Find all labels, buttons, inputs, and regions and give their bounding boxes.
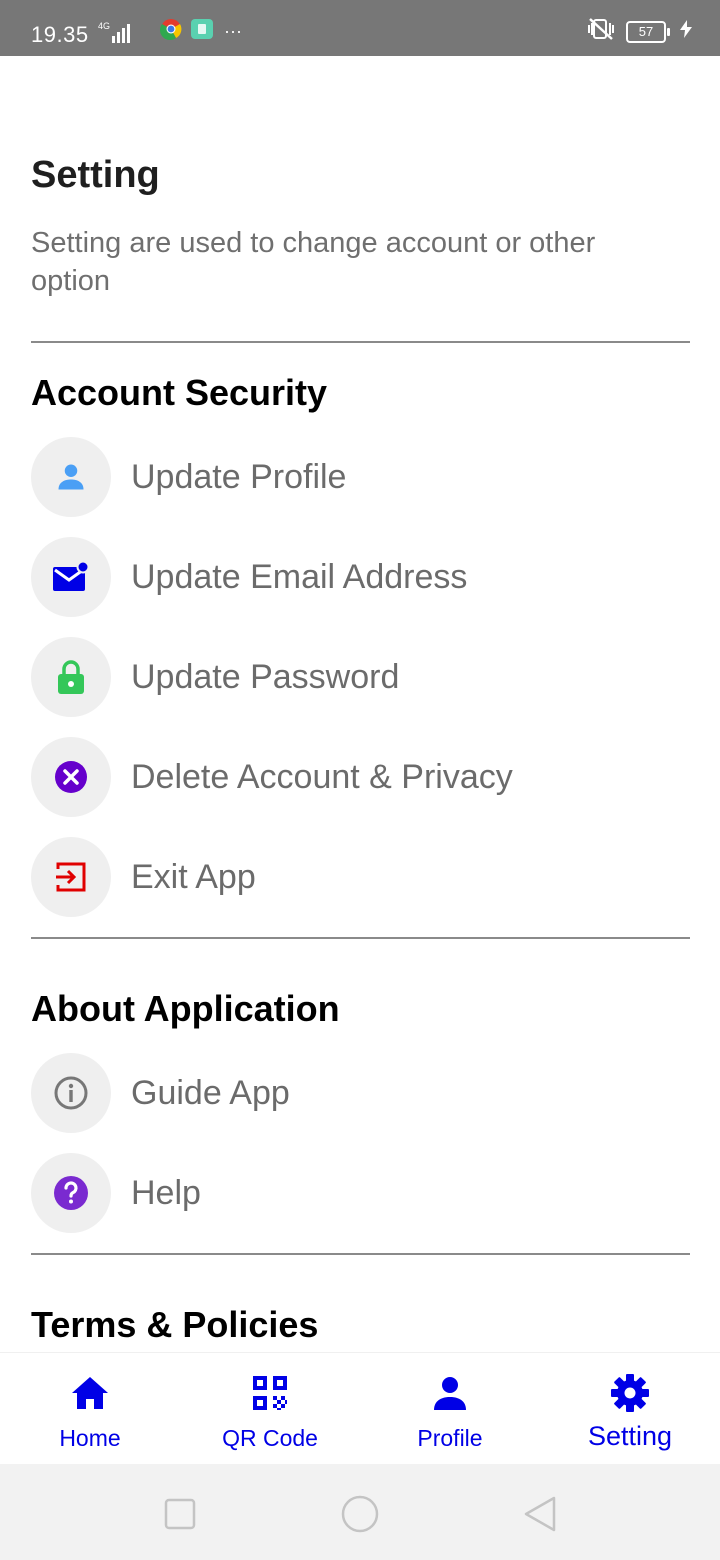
section-title-account-security: Account Security [31,372,328,413]
home-button[interactable] [340,1494,380,1534]
lock-icon [31,637,111,717]
chrome-icon [160,18,182,45]
nav-home[interactable]: Home [0,1353,180,1465]
close-circle-icon [31,737,111,817]
recent-apps-button[interactable] [160,1494,200,1534]
item-label: Update Password [131,657,400,696]
divider [31,1253,690,1255]
person-icon [428,1371,472,1415]
item-label: Guide App [131,1073,290,1112]
nav-label: Profile [417,1425,483,1451]
divider [31,341,690,343]
nav-label: QR Code [222,1425,318,1451]
page-title: Setting [31,154,160,196]
status-left-icons: 4G ··· [98,18,242,45]
bottom-navigation: Home QR Code Profile Setting [0,1352,720,1465]
item-label: Update Email Address [131,557,468,596]
signal-icon: 4G [98,20,131,43]
settings-content[interactable]: Setting Setting are used to change accou… [0,56,720,1352]
page-description: Setting are used to change account or ot… [31,227,596,297]
app-notification-icon [190,18,214,45]
nav-profile[interactable]: Profile [360,1353,540,1465]
exit-icon [31,837,111,917]
back-button[interactable] [520,1494,560,1534]
section-title-about-application: About Application [31,988,340,1029]
network-type-label: 4G [98,20,111,31]
guide-app-item[interactable]: Guide App [31,1053,690,1133]
gear-icon [608,1371,652,1415]
help-item[interactable]: Help [31,1153,690,1233]
nav-label: Setting [587,1421,673,1451]
item-label: Exit App [131,857,256,896]
help-icon [31,1153,111,1233]
item-label: Delete Account & Privacy [131,757,513,796]
person-icon [31,437,111,517]
more-notifications-icon: ··· [224,21,242,41]
status-right-icons: 57 [586,18,692,45]
vibrate-mute-icon [586,18,616,45]
update-password-item[interactable]: Update Password [31,637,690,717]
system-navigation-bar [0,1464,720,1560]
email-icon [31,537,111,617]
item-label: Help [131,1173,201,1212]
update-email-item[interactable]: Update Email Address [31,537,690,617]
delete-account-item[interactable]: Delete Account & Privacy [31,737,690,817]
status-time: 19.35 [31,22,89,47]
update-profile-item[interactable]: Update Profile [31,437,690,517]
info-icon [31,1053,111,1133]
home-icon [68,1371,112,1415]
nav-qr-code[interactable]: QR Code [180,1353,360,1465]
nav-setting[interactable]: Setting [540,1353,720,1465]
item-label: Update Profile [131,457,347,496]
nav-label: Home [59,1425,121,1451]
status-bar: 19.35 4G ··· 57 [0,0,720,56]
exit-app-item[interactable]: Exit App [31,837,690,917]
battery-icon: 57 [626,20,670,43]
section-title-terms-policies: Terms & Policies [31,1304,319,1345]
divider [31,937,690,939]
qr-code-icon [248,1371,292,1415]
charging-icon [680,20,692,43]
